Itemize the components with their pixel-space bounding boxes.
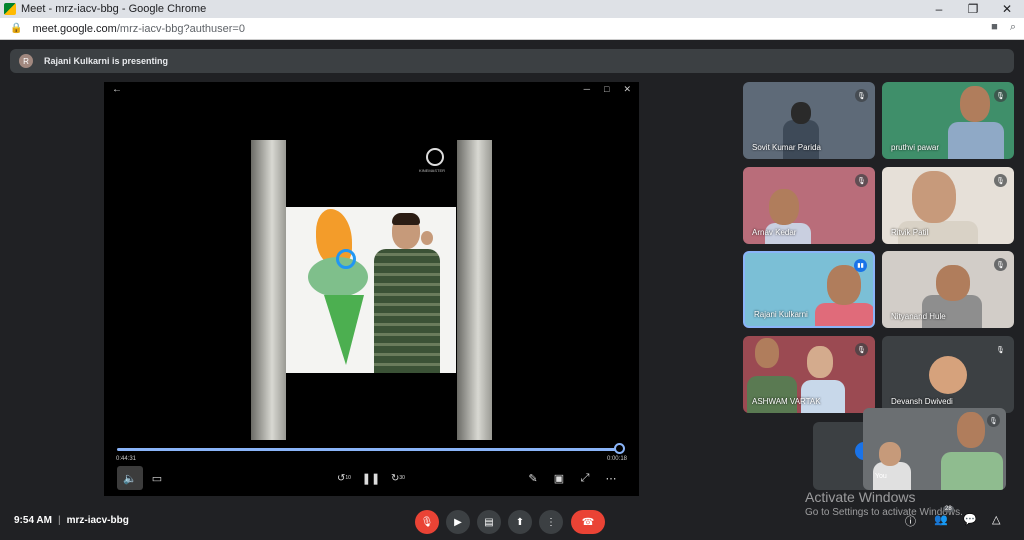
participant-tile[interactable]: 🎙 pruthvi pawar — [882, 82, 1014, 159]
player-close-icon[interactable]: ✕ — [623, 84, 631, 95]
player-minimize-icon[interactable]: ─ — [584, 84, 590, 95]
left-frame-pillar — [251, 140, 286, 440]
restore-button[interactable]: ❐ — [956, 0, 990, 18]
chat-icon[interactable]: 💬 — [963, 513, 977, 526]
participant-avatar — [929, 356, 967, 394]
pen-icon[interactable]: ✎ — [524, 466, 542, 490]
mic-muted-icon: 🎙 — [994, 258, 1007, 271]
address-bar[interactable]: 🔒 meet.google.com/mrz-iacv-bbg?authuser=… — [0, 18, 1024, 40]
presenting-banner: R Rajani Kulkarni is presenting — [10, 49, 1014, 73]
url-path: /mrz-iacv-bbg?authuser=0 — [116, 22, 245, 35]
rewind-10-button[interactable]: ↺ 10 — [335, 466, 353, 490]
captions-button[interactable]: ▤ — [477, 510, 501, 534]
activities-icon[interactable]: △ — [992, 513, 1000, 526]
right-frame-pillar — [457, 140, 492, 440]
mic-muted-icon: 🎙 — [994, 89, 1007, 102]
time-elapsed: 0:44:31 — [116, 456, 137, 462]
participant-tile-speaking[interactable]: ▮▮ Rajani Kulkarni — [743, 251, 875, 328]
participant-name: Nityanand Hule — [891, 312, 946, 321]
mic-muted-icon: 🎙 — [855, 343, 868, 356]
time-total: 0:00:18 — [606, 456, 627, 462]
url-text[interactable]: meet.google.com/mrz-iacv-bbg?authuser=0 — [32, 23, 244, 35]
pause-button[interactable]: ❚❚ — [362, 466, 380, 490]
end-call-button[interactable]: ☎ — [571, 510, 605, 534]
people-count-badge: 28 — [943, 506, 954, 512]
present-now-button[interactable]: ⬆ — [508, 510, 532, 534]
rewind-seconds: 10 — [345, 475, 351, 481]
more-options-button[interactable]: ⋮ — [539, 510, 563, 534]
participant-tile[interactable]: 🎙 Arnav Kedar — [743, 167, 875, 244]
minimize-button[interactable]: – — [922, 0, 956, 18]
participant-tile[interactable]: 🎙 Ritvik Patil — [882, 167, 1014, 244]
participant-name: Sovit Kumar Parida — [752, 143, 821, 152]
player-maximize-icon[interactable]: □ — [604, 84, 609, 95]
browser-titlebar: Meet - mrz-iacv-bbg - Google Chrome – ❐ … — [0, 0, 1024, 18]
lock-icon[interactable]: 🔒 — [10, 23, 22, 34]
self-name: You — [875, 473, 887, 480]
participant-name: Devansh Dwivedi — [891, 397, 953, 406]
activate-windows-title: Activate Windows — [805, 489, 916, 505]
meet-favicon-icon — [4, 3, 16, 15]
mic-muted-icon: 🎙 — [994, 343, 1007, 356]
volume-icon[interactable]: 🔈 — [117, 466, 143, 490]
playback-progress-bar[interactable] — [117, 443, 625, 454]
back-arrow-icon[interactable]: ← — [112, 84, 122, 95]
self-view-tile[interactable]: 🎙 You — [863, 408, 1006, 490]
kinemaster-logo-icon — [426, 148, 444, 166]
participant-name: Arnav Kedar — [752, 228, 797, 237]
participant-name: Ritvik Patil — [891, 228, 929, 237]
participant-tile[interactable]: 🎙 Nityanand Hule — [882, 251, 1014, 328]
participant-tile[interactable]: 🎙 Sovit Kumar Parida — [743, 82, 875, 159]
meeting-info: 9:54 AM | mrz-iacv-bbg — [14, 515, 129, 526]
forward-seconds: 30 — [399, 475, 405, 481]
mic-muted-icon: 🎙 — [987, 414, 1000, 427]
mic-toggle-button[interactable]: 🎙 — [415, 510, 439, 534]
participant-tile[interactable]: 🎙 ASHWAM VARTAK — [743, 336, 875, 413]
window-title: Meet - mrz-iacv-bbg - Google Chrome — [21, 3, 207, 15]
camera-toggle-button[interactable]: ▶ — [446, 510, 470, 534]
picture-in-picture-icon[interactable]: ▣ — [550, 466, 568, 490]
participant-name: pruthvi pawar — [891, 143, 940, 152]
fullscreen-icon[interactable]: ⤢ — [576, 466, 594, 490]
presenter-avatar: R — [19, 54, 33, 68]
window-controls: – ❐ ✕ — [922, 0, 1024, 18]
mic-muted-icon: 🎙 — [994, 174, 1007, 187]
video-frame[interactable]: KINEMASTER — [251, 140, 492, 440]
progress-knob[interactable] — [614, 443, 625, 454]
video-scene-image — [286, 207, 456, 373]
participant-name: Rajani Kulkarni — [754, 310, 808, 319]
mic-muted-icon: 🎙 — [855, 89, 868, 102]
kinemaster-watermark: KINEMASTER — [419, 168, 446, 173]
meeting-code: mrz-iacv-bbg — [66, 515, 129, 526]
zoom-icon[interactable]: ⌕ — [1010, 21, 1016, 34]
participant-tile[interactable]: 🎙 Devansh Dwivedi — [882, 336, 1014, 413]
speaking-indicator-icon: ▮▮ — [854, 259, 867, 272]
captions-icon[interactable]: ▭ — [148, 466, 166, 490]
camera-indicator-icon[interactable]: ■ — [991, 21, 998, 34]
meeting-details-icon[interactable]: ⓘ — [905, 513, 916, 529]
url-host: meet.google.com — [32, 22, 117, 35]
participant-name: ASHWAM VARTAK — [752, 397, 821, 406]
mic-muted-icon: 🎙 — [855, 174, 868, 187]
close-window-button[interactable]: ✕ — [990, 0, 1024, 18]
presenting-text: Rajani Kulkarni is presenting — [44, 56, 169, 66]
people-icon[interactable]: 👥 — [934, 513, 948, 526]
current-time: 9:54 AM — [14, 515, 52, 526]
separator: | — [57, 515, 61, 526]
forward-30-button[interactable]: ↻ 30 — [389, 466, 407, 490]
presentation-stage: ← ─ □ ✕ KINEMASTER 0:44:31 0:00:18 🔈 ▭ ↺… — [104, 82, 639, 496]
more-options-icon[interactable]: ⋯ — [602, 466, 620, 490]
